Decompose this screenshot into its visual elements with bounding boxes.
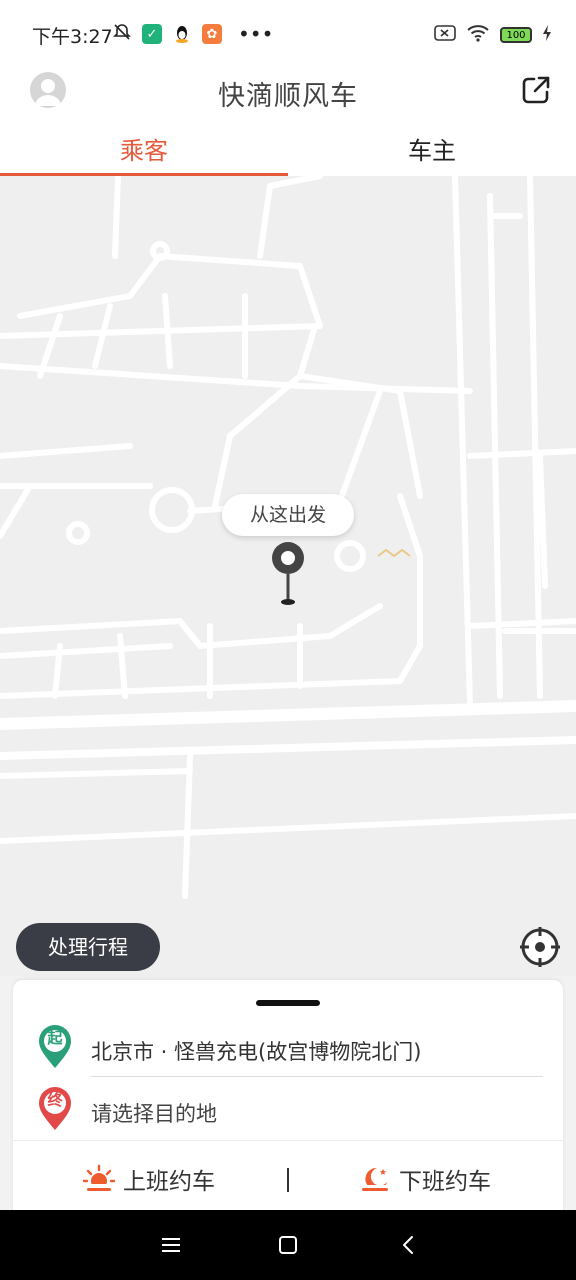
handle-trips-button[interactable]: 处理行程 <box>16 923 160 971</box>
destination-input[interactable]: 请选择目的地 <box>91 1098 217 1128</box>
mute-icon <box>112 22 132 46</box>
start-pin-icon: 起 <box>37 1024 73 1074</box>
destination-row[interactable]: 终 请选择目的地 <box>13 1086 563 1142</box>
back-icon <box>403 1236 413 1254</box>
qq-icon <box>172 24 192 44</box>
home-button[interactable] <box>275 1232 301 1258</box>
system-nav-bar <box>0 1210 576 1280</box>
morning-commute-label: 上班约车 <box>123 1169 215 1195</box>
status-notification-icons: ✓ ✿ ••• <box>112 22 273 46</box>
more-notifications-icon: ••• <box>238 22 274 46</box>
morning-commute-button[interactable]: 上班约车 <box>83 1162 215 1196</box>
status-system-icons: 100 <box>434 24 552 46</box>
page-title: 快滴顺风车 <box>218 81 358 112</box>
charging-icon <box>542 25 552 45</box>
menu-icon <box>162 1238 180 1252</box>
tab-driver[interactable]: 车主 <box>288 120 576 176</box>
start-location-row[interactable]: 起 北京市 · 怪兽充电(故宫博物院北门) <box>13 1024 563 1080</box>
start-address: 北京市 · 怪兽充电(故宫博物院北门) <box>91 1040 422 1064</box>
start-here-bubble[interactable]: 从这出发 <box>222 494 354 536</box>
map-view[interactable]: 从这出发 <box>0 176 576 976</box>
back-button[interactable] <box>396 1232 422 1258</box>
sunrise-icon <box>83 1164 115 1194</box>
trip-card: 起 北京市 · 怪兽充电(故宫博物院北门) 终 请选择目的地 上班约车 下班约车 <box>13 980 563 1220</box>
evening-commute-label: 下班约车 <box>399 1169 491 1195</box>
moon-icon <box>361 1167 389 1194</box>
square-icon <box>279 1236 297 1254</box>
battery-indicator: 100 <box>500 27 532 43</box>
role-tabs: 乘客 车主 <box>0 120 576 176</box>
locate-button[interactable] <box>518 925 562 969</box>
end-pin-label: 终 <box>47 1091 63 1109</box>
action-separator <box>287 1168 289 1192</box>
share-button[interactable] <box>520 74 552 106</box>
crosshair-icon <box>520 927 560 967</box>
drag-handle[interactable] <box>256 1000 320 1006</box>
tab-passenger[interactable]: 乘客 <box>0 120 288 176</box>
end-pin-icon: 终 <box>37 1086 73 1136</box>
status-time: 下午3:27 <box>32 26 113 48</box>
map-location-pin-icon <box>270 540 306 610</box>
start-pin-label: 起 <box>47 1029 63 1047</box>
menu-button[interactable] <box>158 1232 184 1258</box>
commute-actions: 上班约车 下班约车 <box>13 1156 563 1204</box>
divider <box>13 1140 563 1141</box>
divider <box>91 1076 543 1077</box>
sim-icon <box>434 24 456 46</box>
external-link-icon <box>522 76 550 104</box>
shield-app-icon: ✓ <box>142 24 162 44</box>
evening-commute-button[interactable]: 下班约车 <box>359 1162 491 1196</box>
status-bar: 下午3:27 ✓ ✿ ••• 100 <box>0 0 576 64</box>
bag-app-icon: ✿ <box>202 24 222 44</box>
wifi-icon <box>466 24 490 46</box>
app-header: 快滴顺风车 <box>0 64 576 120</box>
